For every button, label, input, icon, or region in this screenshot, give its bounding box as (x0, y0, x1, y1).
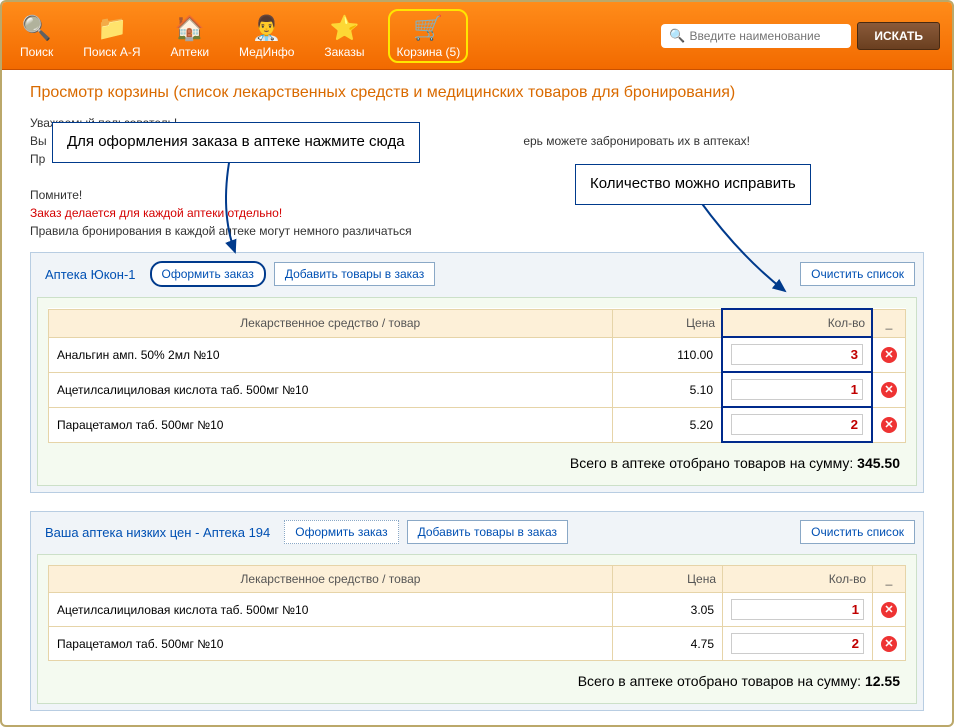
table-row: Анальгин амп. 50% 2мл №10 110.00 ✕ (49, 337, 906, 372)
items-table: Лекарственное средство / товар Цена Кол-… (48, 308, 906, 443)
pharmacy-block-1: Аптека Юкон-1 Оформить заказ Добавить то… (30, 252, 924, 493)
folder-icon: 📁 (96, 13, 128, 45)
cell-price: 4.75 (613, 627, 723, 661)
annotation-qty: Количество можно исправить (575, 164, 811, 205)
search-button[interactable]: ИСКАТЬ (857, 22, 940, 50)
delete-icon[interactable]: ✕ (881, 602, 897, 618)
cart-icon: 🛒 (412, 13, 444, 45)
nav-label: МедИнфо (239, 45, 294, 59)
th-product: Лекарственное средство / товар (49, 309, 613, 337)
nav-label: Поиск А-Я (83, 45, 140, 59)
search-input[interactable] (690, 29, 844, 43)
info-red: Заказ делается для каждой аптеки отдельн… (30, 204, 924, 222)
info-rules: Правила бронирования в каждой аптеке мог… (30, 222, 924, 240)
page-title: Просмотр корзины (список лекарственных с… (30, 84, 924, 102)
cell-name: Парацетамол таб. 500мг №10 (49, 627, 613, 661)
delete-icon[interactable]: ✕ (881, 382, 897, 398)
total-value: 12.55 (865, 673, 900, 689)
table-row: Парацетамол таб. 500мг №10 4.75 ✕ (49, 627, 906, 661)
top-navigation: 🔍 Поиск 📁 Поиск А-Я 🏠 Аптеки 👨‍⚕️ МедИнф… (2, 2, 952, 70)
total-line: Всего в аптеке отобрано товаров на сумму… (48, 661, 906, 693)
table-row: Ацетилсалициловая кислота таб. 500мг №10… (49, 372, 906, 407)
items-table: Лекарственное средство / товар Цена Кол-… (48, 565, 906, 661)
delete-icon[interactable]: ✕ (881, 417, 897, 433)
nav-label: Аптеки (171, 45, 210, 59)
clear-list-button[interactable]: Очистить список (800, 520, 915, 544)
table-row: Парацетамол таб. 500мг №10 5.20 ✕ (49, 407, 906, 442)
cell-price: 5.20 (612, 407, 722, 442)
magnifier-icon: 🔍 (21, 13, 53, 45)
qty-input[interactable] (731, 599, 864, 620)
add-items-button[interactable]: Добавить товары в заказ (274, 262, 435, 286)
make-order-button[interactable]: Оформить заказ (150, 261, 266, 287)
cell-price: 5.10 (612, 372, 722, 407)
cell-name: Ацетилсалициловая кислота таб. 500мг №10 (49, 372, 613, 407)
building-icon: 🏠 (174, 13, 206, 45)
nav-orders[interactable]: ⭐ Заказы (318, 9, 370, 63)
delete-icon[interactable]: ✕ (881, 636, 897, 652)
th-del: _ (872, 309, 906, 337)
nav-label: Корзина (5) (396, 45, 460, 59)
pharmacy-name[interactable]: Аптека Юкон-1 (39, 263, 142, 286)
make-order-button[interactable]: Оформить заказ (284, 520, 398, 544)
nav-pharmacies[interactable]: 🏠 Аптеки (165, 9, 216, 63)
nav-cart[interactable]: 🛒 Корзина (5) (388, 9, 468, 63)
th-product: Лекарственное средство / товар (49, 566, 613, 593)
th-price: Цена (613, 566, 723, 593)
doctor-icon: 👨‍⚕️ (251, 13, 283, 45)
nav-label: Поиск (20, 45, 53, 59)
star-icon: ⭐ (328, 13, 360, 45)
qty-input[interactable] (731, 379, 863, 400)
total-value: 345.50 (857, 455, 900, 471)
nav-search[interactable]: 🔍 Поиск (14, 9, 59, 63)
info-block: Уважаемый пользователь! Вы ерь можете за… (30, 114, 924, 240)
cell-name: Ацетилсалициловая кислота таб. 500мг №10 (49, 593, 613, 627)
search-box: 🔍 (661, 24, 851, 48)
qty-input[interactable] (731, 344, 863, 365)
qty-input[interactable] (731, 414, 863, 435)
cell-price: 110.00 (612, 337, 722, 372)
total-line: Всего в аптеке отобрано товаров на сумму… (48, 443, 906, 475)
th-qty: Кол-во (722, 309, 872, 337)
nav-medinfo[interactable]: 👨‍⚕️ МедИнфо (233, 9, 300, 63)
table-row: Ацетилсалициловая кислота таб. 500мг №10… (49, 593, 906, 627)
clear-list-button[interactable]: Очистить список (800, 262, 915, 286)
add-items-button[interactable]: Добавить товары в заказ (407, 520, 568, 544)
cell-price: 3.05 (613, 593, 723, 627)
nav-search-az[interactable]: 📁 Поиск А-Я (77, 9, 146, 63)
search-icon: 🔍 (669, 28, 685, 44)
cell-name: Анальгин амп. 50% 2мл №10 (49, 337, 613, 372)
delete-icon[interactable]: ✕ (881, 347, 897, 363)
th-price: Цена (612, 309, 722, 337)
cell-name: Парацетамол таб. 500мг №10 (49, 407, 613, 442)
th-qty: Кол-во (723, 566, 873, 593)
annotation-order: Для оформления заказа в аптеке нажмите с… (52, 122, 420, 163)
pharmacy-block-2: Ваша аптека низких цен - Аптека 194 Офор… (30, 511, 924, 711)
pharmacy-name[interactable]: Ваша аптека низких цен - Аптека 194 (39, 521, 276, 544)
th-del: _ (873, 566, 906, 593)
nav-label: Заказы (324, 45, 364, 59)
qty-input[interactable] (731, 633, 864, 654)
